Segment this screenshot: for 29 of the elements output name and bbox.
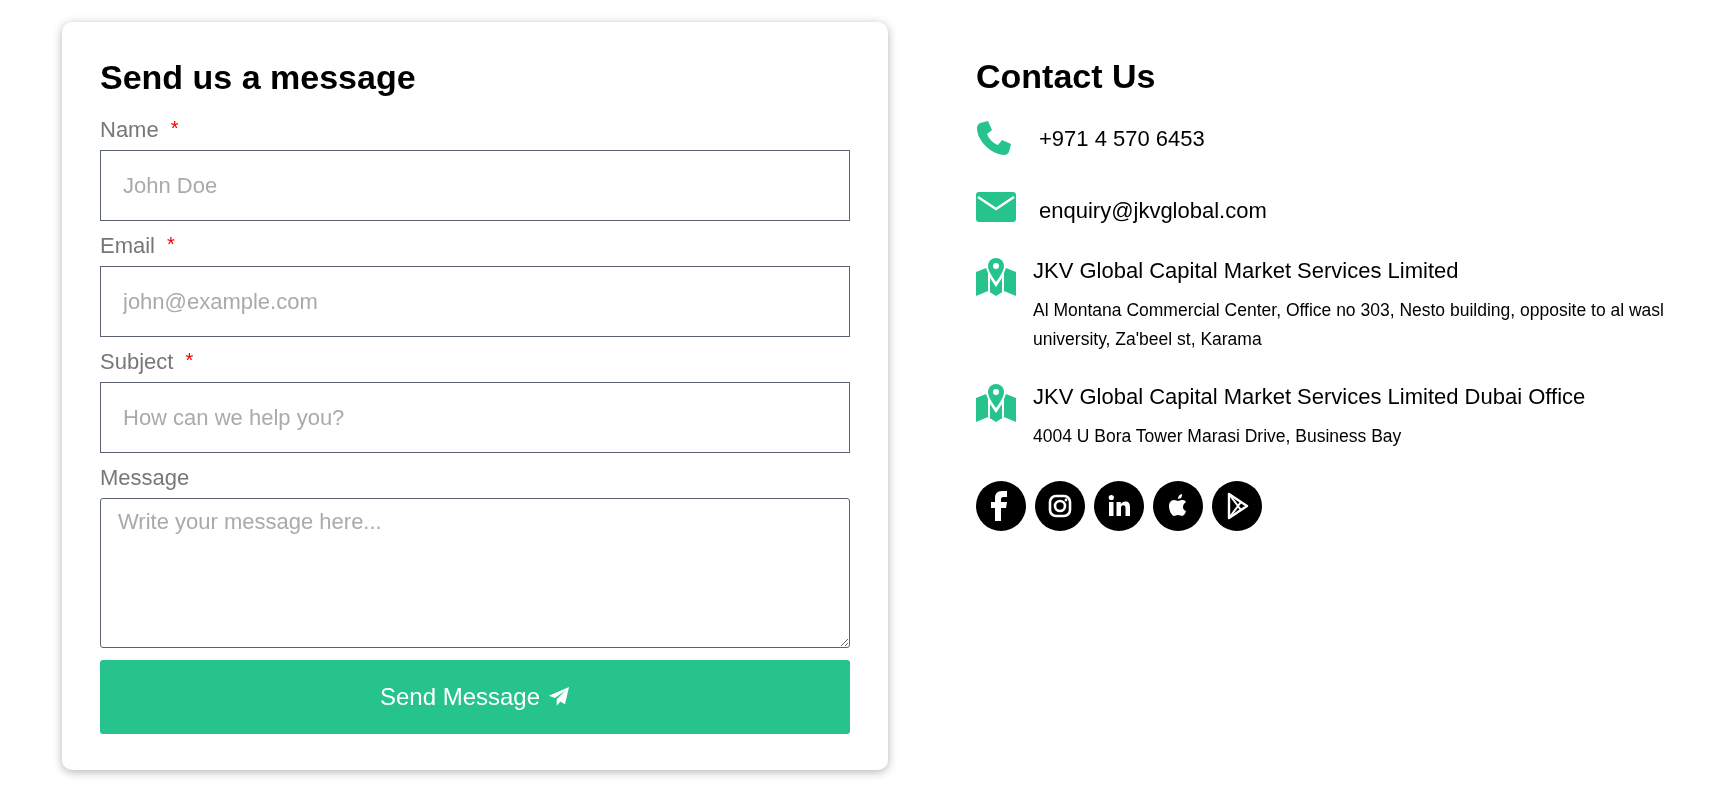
field-label: Subject	[100, 349, 174, 375]
contact-title: Contact Us	[976, 57, 1157, 96]
field-label: Name	[100, 117, 159, 143]
phone-number: +971 4 570 6453	[1039, 125, 1205, 152]
field-label: Message	[100, 465, 190, 491]
map-pin-icon	[976, 258, 1016, 296]
email-address: enquiry@jkvglobal.com	[1039, 197, 1267, 224]
field-label: Email	[100, 233, 155, 259]
envelope-icon	[976, 192, 1016, 222]
send-button[interactable]: Send Message	[100, 660, 850, 734]
apple-icon[interactable]	[1153, 481, 1203, 531]
message-field[interactable]: Write your message here...	[100, 498, 850, 648]
office-address: Al Montana Commercial Center, Office no 303, Nesto building, opposite to al wasl university, Za'beel st, Karama	[1033, 299, 1665, 351]
facebook-icon[interactable]	[976, 481, 1026, 531]
linkedin-icon[interactable]	[1094, 481, 1144, 531]
required-mark: *	[167, 233, 175, 256]
required-mark: *	[170, 117, 179, 140]
map-pin-icon	[976, 384, 1016, 422]
office-name: JKV Global Capital Market Services Limited Dubai Office	[1033, 384, 1586, 410]
form-title: Send us a message	[100, 58, 417, 97]
play-store-icon[interactable]	[1212, 481, 1262, 531]
input-field[interactable]: John Doe	[100, 150, 850, 221]
input-field[interactable]: How can we help you?	[100, 382, 850, 453]
instagram-icon[interactable]	[1035, 481, 1085, 531]
office-address: 4004 U Bora Tower Marasi Drive, Business Bay	[1033, 425, 1403, 448]
office-name: JKV Global Capital Market Services Limited	[1033, 258, 1460, 284]
input-field[interactable]: john@example.com	[100, 266, 850, 337]
required-mark: *	[185, 349, 194, 372]
paper-plane-icon	[548, 686, 571, 708]
